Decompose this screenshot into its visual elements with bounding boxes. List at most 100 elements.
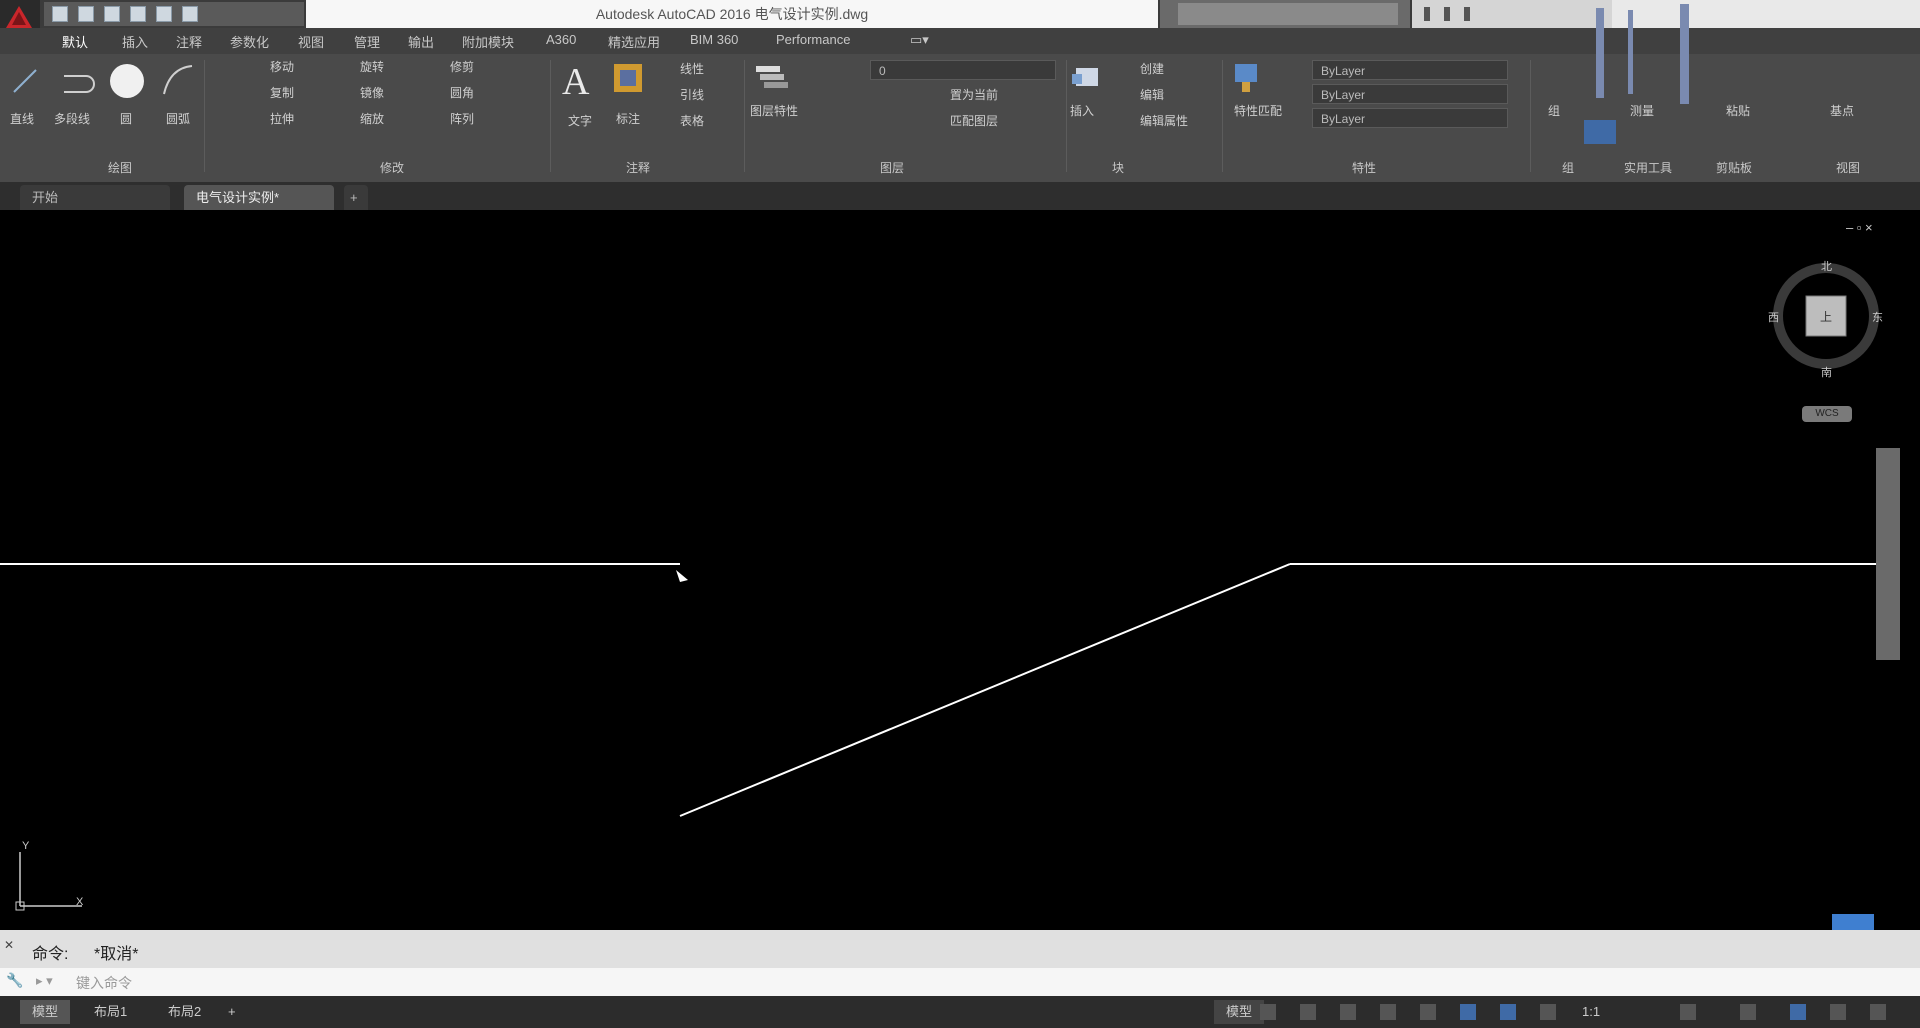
selection-cycling-icon[interactable]: [1540, 1004, 1556, 1020]
leader-button[interactable]: 引线: [680, 86, 704, 103]
tab-a360[interactable]: A360: [546, 32, 576, 47]
signin-icon[interactable]: [1424, 7, 1430, 21]
new-icon[interactable]: [52, 6, 68, 22]
utilities-panel-label[interactable]: 实用工具: [1624, 159, 1672, 176]
insert-block-button[interactable]: 插入: [1070, 102, 1094, 119]
viewcube-south[interactable]: 南: [1821, 364, 1832, 380]
viewcube-west[interactable]: 西: [1768, 309, 1779, 325]
command-input[interactable]: 键入命令: [76, 973, 132, 993]
ortho-icon[interactable]: [1340, 1004, 1356, 1020]
undo-icon[interactable]: [182, 6, 198, 22]
layout-tab-layout1[interactable]: 布局1: [82, 1000, 139, 1024]
layers-panel-label[interactable]: 图层: [880, 159, 904, 176]
tab-performance[interactable]: Performance: [776, 32, 850, 47]
tab-manage[interactable]: 管理: [354, 32, 380, 51]
arc-button[interactable]: 圆弧: [166, 110, 190, 127]
viewcube-north[interactable]: 北: [1821, 258, 1832, 274]
snap-icon[interactable]: [1300, 1004, 1316, 1020]
text-button[interactable]: 文字: [568, 112, 592, 129]
grid-icon[interactable]: [1260, 1004, 1276, 1020]
vertical-scrollbar[interactable]: [1876, 448, 1900, 660]
osnap-icon[interactable]: [1420, 1004, 1436, 1020]
blue-tool-icon[interactable]: [1584, 120, 1616, 144]
modify-panel-label[interactable]: 修改: [380, 159, 404, 176]
polyline-button[interactable]: 多段线: [54, 110, 90, 127]
create-block-button[interactable]: 创建: [1140, 60, 1164, 77]
groups-panel-label[interactable]: 组: [1562, 159, 1574, 176]
isolate-icon[interactable]: [1790, 1004, 1806, 1020]
measure-button[interactable]: 测量: [1630, 102, 1654, 119]
dimension-button[interactable]: 标注: [616, 110, 640, 127]
base-view-button[interactable]: 基点: [1830, 102, 1854, 119]
file-tab-start[interactable]: 开始: [20, 185, 170, 210]
layer-properties-button[interactable]: 图层特性: [750, 102, 798, 119]
edit-attributes-button[interactable]: 编辑属性: [1140, 112, 1188, 129]
viewcube-top[interactable]: 上: [1820, 308, 1832, 325]
tab-view[interactable]: 视图: [298, 32, 324, 51]
line-button[interactable]: 直线: [10, 110, 34, 127]
add-layout-button[interactable]: +: [216, 1000, 248, 1024]
tab-addins[interactable]: 附加模块: [462, 32, 514, 51]
save-as-icon[interactable]: [130, 6, 146, 22]
print-icon[interactable]: [156, 6, 172, 22]
layout-tab-model[interactable]: 模型: [20, 1000, 71, 1024]
workspace-icon[interactable]: [1680, 1004, 1696, 1020]
search-input[interactable]: [1178, 3, 1398, 25]
layout-tab-layout2[interactable]: 布局2: [156, 1000, 213, 1024]
stretch-button[interactable]: 拉伸: [270, 110, 294, 127]
close-command-icon[interactable]: ✕: [4, 938, 14, 952]
trim-button[interactable]: 修剪: [450, 58, 474, 75]
lineweight-dropdown[interactable]: ByLayer: [1312, 108, 1508, 128]
polar-icon[interactable]: [1380, 1004, 1396, 1020]
fillet-button[interactable]: 圆角: [450, 84, 474, 101]
edit-block-button[interactable]: 编辑: [1140, 86, 1164, 103]
tab-overflow-icon[interactable]: ▭▾: [910, 32, 929, 48]
clipboard-panel-label[interactable]: 剪贴板: [1716, 159, 1752, 176]
customize-icon[interactable]: [1740, 1004, 1756, 1020]
draw-panel-label[interactable]: 绘图: [108, 159, 132, 176]
rotate-button[interactable]: 旋转: [360, 58, 384, 75]
view-panel-label[interactable]: 视图: [1836, 159, 1860, 176]
circle-button[interactable]: 圆: [120, 110, 132, 127]
move-button[interactable]: 移动: [270, 58, 294, 75]
fullscreen-icon[interactable]: [1830, 1004, 1846, 1020]
save-icon[interactable]: [104, 6, 120, 22]
file-tab-drawing[interactable]: 电气设计实例*: [184, 185, 334, 210]
mirror-button[interactable]: 镜像: [360, 84, 384, 101]
table-button[interactable]: 表格: [680, 112, 704, 129]
open-icon[interactable]: [78, 6, 94, 22]
group-button[interactable]: 组: [1548, 102, 1560, 119]
block-panel-label[interactable]: 块: [1112, 159, 1124, 176]
otrack-icon[interactable]: [1460, 1004, 1476, 1020]
drawing-canvas[interactable]: [0, 210, 1920, 930]
model-space-toggle[interactable]: 模型: [1214, 1000, 1265, 1024]
tab-default[interactable]: 默认: [62, 32, 88, 51]
viewcube[interactable]: 北 南 东 西 上: [1766, 256, 1886, 386]
tab-annotate[interactable]: 注释: [176, 32, 202, 51]
tab-insert[interactable]: 插入: [122, 32, 148, 51]
layer-dropdown[interactable]: 0: [870, 60, 1056, 80]
annotation-panel-label[interactable]: 注释: [626, 159, 650, 176]
properties-panel-label[interactable]: 特性: [1352, 159, 1376, 176]
scale-button[interactable]: 缩放: [360, 110, 384, 127]
array-button[interactable]: 阵列: [450, 110, 474, 127]
tab-featured-apps[interactable]: 精选应用: [608, 32, 660, 51]
viewcube-east[interactable]: 东: [1872, 309, 1883, 325]
match-properties-button[interactable]: 特性匹配: [1234, 102, 1282, 119]
help-icon[interactable]: [1464, 7, 1470, 21]
command-arrow-icon[interactable]: ▸ ▾: [36, 973, 53, 989]
annotation-scale[interactable]: 1:1: [1570, 1000, 1612, 1024]
make-current-button[interactable]: 置为当前: [950, 86, 998, 103]
new-tab-button[interactable]: +: [344, 185, 368, 210]
menu-icon[interactable]: [1870, 1004, 1886, 1020]
match-layer-button[interactable]: 匹配图层: [950, 112, 998, 129]
tab-output[interactable]: 输出: [408, 32, 434, 51]
color-dropdown[interactable]: ByLayer: [1312, 60, 1508, 80]
tab-bim360[interactable]: BIM 360: [690, 32, 738, 47]
wcs-menu[interactable]: WCS: [1802, 406, 1852, 422]
command-input-area[interactable]: 🔧 ▸ ▾ 键入命令: [0, 968, 1920, 996]
viewport-controls[interactable]: – ▫ ×: [1846, 220, 1873, 235]
drawn-line[interactable]: [679, 563, 1291, 817]
lineweight-icon[interactable]: [1500, 1004, 1516, 1020]
exchange-icon[interactable]: [1444, 7, 1450, 21]
